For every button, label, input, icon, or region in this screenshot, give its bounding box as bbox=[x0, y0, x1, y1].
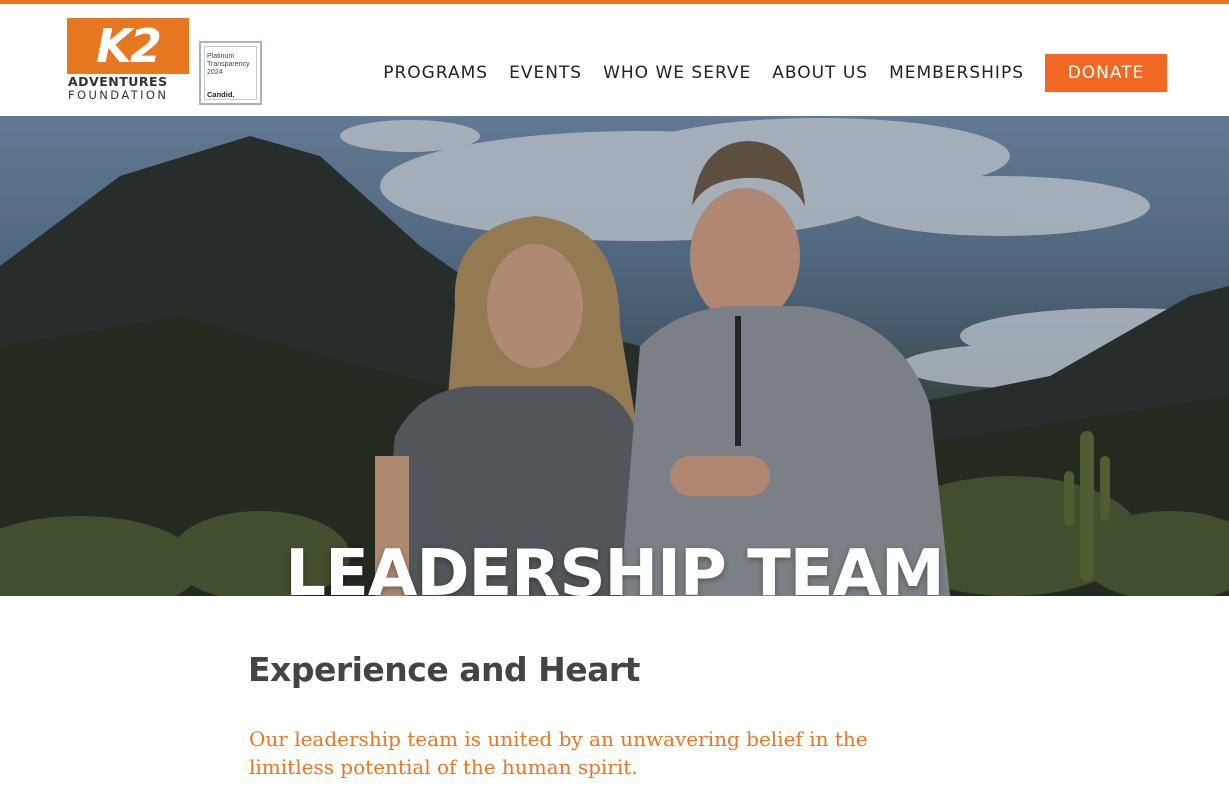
k2-logo-mark: K2 bbox=[67, 18, 189, 74]
main-nav: PROGRAMS EVENTS WHO WE SERVE ABOUT US ME… bbox=[362, 54, 1167, 92]
candid-transparency-seal[interactable]: Platinum Transparency 2024 Candid. bbox=[199, 41, 262, 105]
lead-paragraph: Our leadership team is united by an unwa… bbox=[249, 727, 868, 779]
seal-line-year: 2024 bbox=[207, 69, 223, 76]
hero-overlay bbox=[0, 116, 1229, 596]
nav-events[interactable]: EVENTS bbox=[509, 63, 582, 83]
nav-who-we-serve[interactable]: WHO WE SERVE bbox=[603, 63, 751, 83]
logo-line-foundation: FOUNDATION bbox=[68, 88, 169, 102]
seal-line-platinum: Platinum bbox=[207, 53, 235, 60]
k2-logo-text: K2 bbox=[96, 19, 162, 73]
donate-button[interactable]: DONATE bbox=[1045, 54, 1167, 92]
site-header: K2 ADVENTURES FOUNDATION Platinum Transp… bbox=[0, 4, 1229, 116]
seal-line-transparency: Transparency bbox=[207, 61, 250, 68]
k2-logo[interactable]: K2 ADVENTURES FOUNDATION bbox=[67, 18, 189, 102]
nav-memberships[interactable]: MEMBERSHIPS bbox=[889, 63, 1024, 83]
nav-programs[interactable]: PROGRAMS bbox=[383, 63, 488, 83]
hero-title: LEADERSHIP TEAM bbox=[285, 536, 944, 596]
logo-line-adventures: ADVENTURES bbox=[68, 74, 168, 89]
section-heading: Experience and Heart bbox=[248, 650, 640, 689]
nav-about-us[interactable]: ABOUT US bbox=[772, 63, 868, 83]
hero-banner: LEADERSHIP TEAM bbox=[0, 116, 1229, 596]
seal-brand-candid: Candid. bbox=[207, 90, 235, 99]
hero-photo-illustration bbox=[0, 116, 1229, 596]
